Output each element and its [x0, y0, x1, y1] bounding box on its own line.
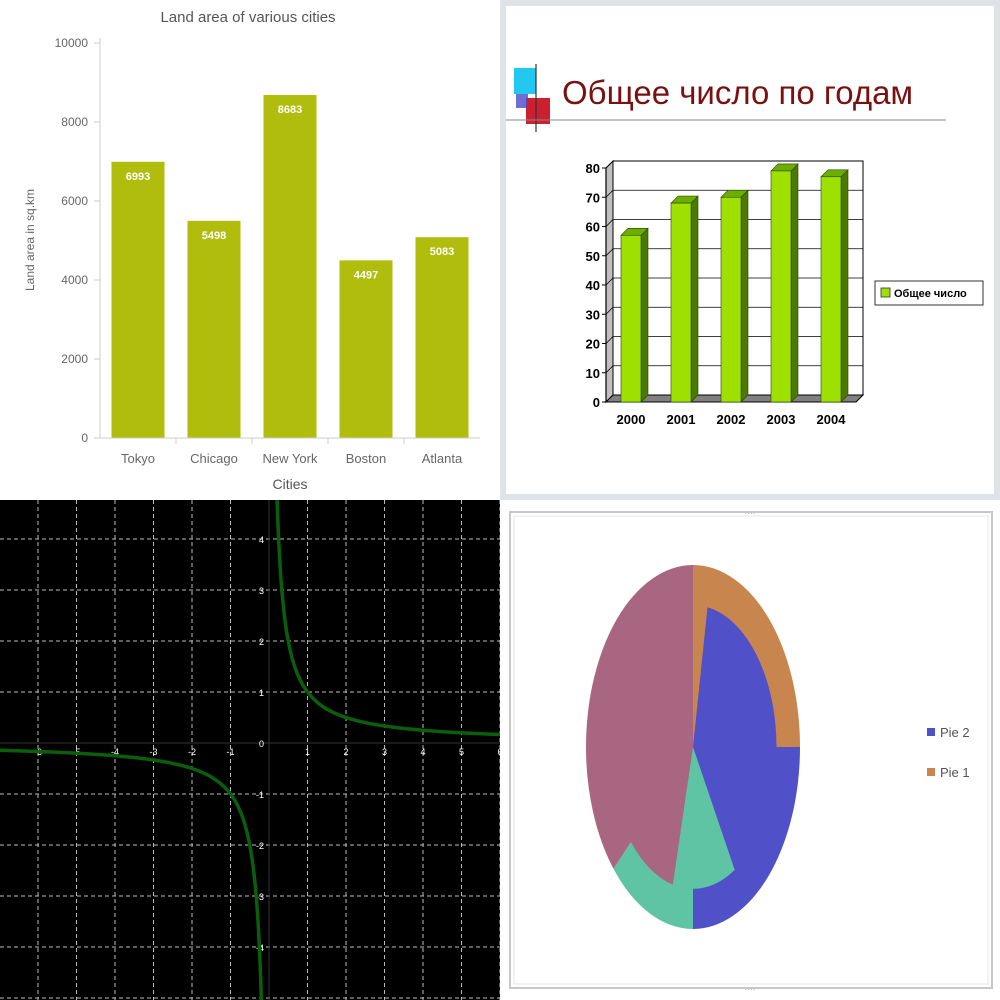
bar-data-label: 5083 [430, 246, 454, 258]
bars: 6993 5498 8683 4497 5083 [111, 95, 469, 439]
y-tick-label: 0 [593, 395, 600, 410]
bar [670, 202, 692, 403]
total-by-year-chart-panel: Общее число по годам 0 10 20 30 40 50 60 70 80 20… [500, 0, 1000, 500]
y-tick-label: 10000 [55, 36, 89, 50]
x-tick-label: 2003 [767, 412, 796, 427]
bar-side [790, 163, 799, 403]
x-tick-label: Tokyo [121, 451, 155, 466]
bar [339, 260, 393, 438]
x-tick-label: Chicago [190, 451, 238, 466]
legend-swatch-pie-1 [927, 768, 935, 776]
y-tick-label: 40 [586, 278, 600, 293]
y-tick-label: -1 [256, 790, 264, 800]
legend-label-pie-2: Pie 2 [940, 725, 970, 740]
bar-side [640, 227, 649, 403]
x-tick-label: -1 [226, 747, 234, 757]
reciprocal-function-plot: -6-5-4-3-2-112345643210-1-2-3-4 [0, 500, 500, 1000]
x-tick-label: 2001 [667, 412, 696, 427]
handle-top: ···· [745, 509, 756, 518]
bar-side [840, 169, 849, 403]
x-tick-label: 2 [343, 747, 348, 757]
y-tick-label: 4000 [61, 273, 88, 287]
y-tick-label: 20 [586, 337, 600, 352]
x-tick-label: 2004 [817, 412, 847, 427]
bar-side [690, 195, 699, 403]
pie-chart-panel: ···· ···· Pie 2 Pie 1 [500, 500, 1000, 1000]
land-area-chart-panel: Land area of various cities Land area in… [0, 0, 500, 500]
y-tick-label: 1 [259, 688, 264, 698]
bar [720, 196, 742, 403]
bar [263, 95, 317, 439]
handle-bottom: ···· [745, 985, 756, 994]
x-axis-ticks: Tokyo Chicago New York Boston Atlanta [121, 438, 463, 466]
legend: Общее число [874, 280, 984, 306]
x-tick-label: 2000 [617, 412, 646, 427]
bar [770, 170, 792, 403]
y-tick-label: 4 [259, 535, 264, 545]
curve-positive-branch [275, 500, 500, 737]
x-tick-label: 1 [305, 747, 310, 757]
legend-label-pie-1: Pie 1 [940, 765, 970, 780]
y-tick-label: 80 [586, 161, 600, 176]
y-axis-ticks: 0 2000 4000 6000 8000 10000 [55, 36, 100, 445]
bar [415, 237, 469, 438]
reciprocal-function-plot-panel: -6-5-4-3-2-112345643210-1-2-3-4 [0, 500, 500, 1000]
total-by-year-chart: Общее число по годам 0 10 20 30 40 50 60 70 80 20… [506, 64, 984, 427]
curve-negative-branch [0, 748, 264, 1000]
chart-title: Land area of various cities [160, 9, 335, 26]
y-tick-label: 2 [259, 637, 264, 647]
pie-slices [586, 565, 800, 929]
cyan-square [514, 68, 536, 94]
y-tick-label: 2000 [61, 352, 88, 366]
y-tick-label: 70 [586, 190, 600, 205]
land-area-chart: Land area of various cities Land area in… [23, 9, 480, 492]
y-tick-label: 8000 [61, 115, 88, 129]
x-tick-label: Boston [346, 451, 386, 466]
legend-label: Общее число [894, 288, 967, 300]
bar-data-label: 4497 [354, 269, 378, 281]
x-axis-label: Cities [272, 476, 307, 492]
x-tick-label: -2 [188, 747, 196, 757]
y-tick-label: 6000 [61, 194, 88, 208]
pie-chart: ···· ···· Pie 2 Pie 1 [509, 509, 993, 994]
y-tick-label: -2 [256, 841, 264, 851]
y-tick-label: 0 [81, 431, 88, 445]
bar [620, 234, 642, 403]
x-tick-label: 2002 [717, 412, 746, 427]
y-tick-label: 60 [586, 220, 600, 235]
bar-data-label: 5498 [202, 230, 226, 242]
bar [187, 220, 241, 438]
x-tick-label: Atlanta [422, 451, 463, 466]
y-tick-label: 0 [259, 739, 264, 749]
bar [111, 161, 165, 439]
bar-side [740, 189, 749, 403]
bar [820, 176, 842, 403]
bar-data-label: 8683 [278, 104, 302, 116]
bar-data-label: 6993 [126, 171, 150, 183]
blue-square [516, 94, 528, 108]
x-tick-label: 3 [382, 747, 387, 757]
x-tick-label: 4 [420, 747, 425, 757]
y-tick-label: 30 [586, 307, 600, 322]
y-tick-label: 3 [259, 586, 264, 596]
x-tick-label: -3 [149, 747, 157, 757]
x-tick-label: New York [263, 451, 318, 466]
legend-swatch [880, 287, 891, 298]
y-tick-label: 10 [586, 366, 600, 381]
tick-labels: -6-5-4-3-2-112345643210-1-2-3-4 [34, 535, 500, 953]
legend-swatch-pie-2 [927, 728, 935, 736]
y-tick-label: 50 [586, 249, 600, 264]
chart-title: Общее число по годам [562, 74, 913, 111]
y-axis-label: Land area in sq.km [23, 189, 37, 291]
plot-area: 0 10 20 30 40 50 60 70 80 2000 2001 2002 2003 2004 [586, 159, 865, 427]
x-tick-label: 5 [459, 747, 464, 757]
